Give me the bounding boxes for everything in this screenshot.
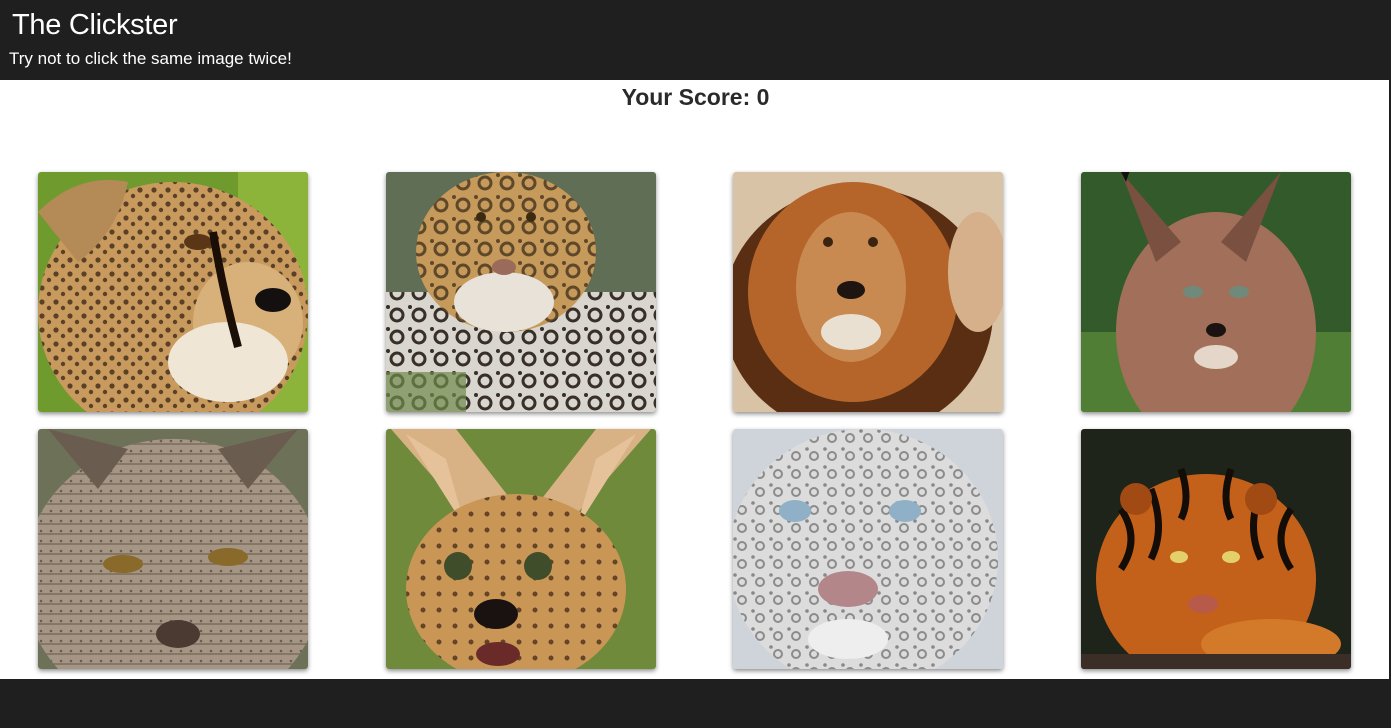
card-cheetah[interactable] [38,172,308,412]
caracal-image [1081,172,1351,412]
app-footer [0,679,1391,728]
card-lion[interactable] [733,172,1003,412]
card-lynx[interactable] [38,429,308,669]
card-jaguar[interactable] [386,172,656,412]
card-tiger[interactable] [1081,429,1351,669]
app-header: The Clickster Try not to click the same … [0,0,1391,80]
app-title: The Clickster [12,9,178,41]
tiger-image [1081,429,1351,669]
card-serval[interactable] [386,429,656,669]
app-subtitle: Try not to click the same image twice! [9,49,292,68]
card-caracal[interactable] [1081,172,1351,412]
lynx-image [38,429,308,669]
lion-image [733,172,1003,412]
card-snow-leopard[interactable] [733,429,1003,669]
serval-image [386,429,656,669]
score-display: Your Score: 0 [621,84,770,110]
jaguar-image [386,172,656,412]
snow-leopard-image [733,429,1003,669]
cheetah-image [38,172,308,412]
